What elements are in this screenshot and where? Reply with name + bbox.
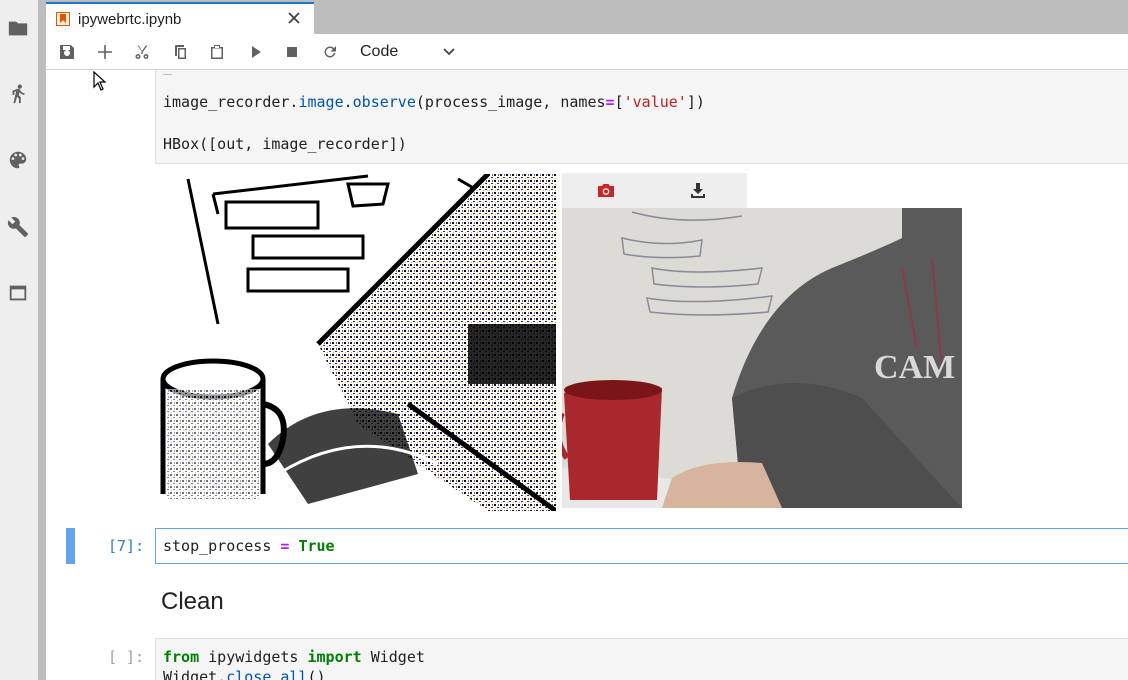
code-line: from ipywidgets import Widget: [163, 648, 425, 666]
code-line: Widget.close_all(): [163, 668, 326, 680]
code-cell-input[interactable]: stop_process = True: [155, 528, 1128, 564]
copy-icon[interactable]: [169, 42, 191, 62]
code-cell-input[interactable]: _ image_recorder.image.observe(process_i…: [155, 70, 1128, 164]
add-cell-icon[interactable]: [94, 42, 116, 62]
webcam-stream: CAM: [562, 208, 962, 508]
running-icon[interactable]: [5, 81, 31, 107]
tabs-icon[interactable]: [5, 280, 31, 306]
tab-label: ipywebrtc.ipynb: [78, 10, 182, 28]
chevron-down-icon: [442, 44, 456, 58]
code-line: HBox([out, image_recorder]): [163, 135, 407, 153]
palette-icon[interactable]: [5, 147, 31, 173]
input-prompt: [7]:: [108, 537, 145, 555]
svg-text:CAM: CAM: [874, 349, 955, 386]
cell-type-dropdown[interactable]: Code: [360, 41, 456, 63]
download-icon[interactable]: [688, 181, 708, 199]
notebook-icon: [56, 12, 70, 26]
paste-icon[interactable]: [206, 42, 228, 62]
tab-bar: ipywebrtc.ipynb: [46, 0, 1128, 34]
notebook-panel: _ image_recorder.image.observe(process_i…: [46, 70, 1128, 680]
wrench-icon[interactable]: [5, 214, 31, 240]
webcam-image: CAM: [562, 208, 962, 508]
stop-icon[interactable]: [281, 42, 303, 62]
processed-image-output: [158, 174, 556, 511]
input-prompt: [ ]:: [108, 648, 145, 666]
tab-notebook[interactable]: ipywebrtc.ipynb: [46, 2, 314, 34]
cut-icon[interactable]: [131, 42, 153, 62]
folder-icon[interactable]: [5, 15, 31, 41]
image-recorder-toolbar: [562, 173, 747, 208]
activity-bar: [0, 0, 46, 680]
code-line: image_recorder.image.observe(process_ima…: [163, 93, 705, 111]
edge-image: [158, 174, 556, 511]
code-line: stop_process = True: [163, 537, 335, 555]
active-cell-indicator: [66, 528, 75, 564]
save-icon[interactable]: [56, 42, 78, 62]
mouse-cursor-icon: [93, 70, 107, 91]
camera-icon[interactable]: [596, 181, 616, 199]
run-icon[interactable]: [245, 42, 267, 62]
activity-bar-divider: [38, 0, 46, 680]
code-cell-input[interactable]: from ipywidgets import Widget Widget.clo…: [155, 638, 1128, 680]
restart-icon[interactable]: [319, 42, 341, 62]
markdown-heading: Clean: [161, 588, 224, 615]
close-icon[interactable]: [286, 10, 302, 26]
notebook-toolbar: Code: [46, 34, 1128, 70]
cell-type-label: Code: [360, 43, 399, 60]
scrolled-line-fragment: _: [163, 70, 172, 75]
jupyterlab-window: ipywebrtc.ipynb Code image_recorder.imag…: [0, 0, 1128, 680]
